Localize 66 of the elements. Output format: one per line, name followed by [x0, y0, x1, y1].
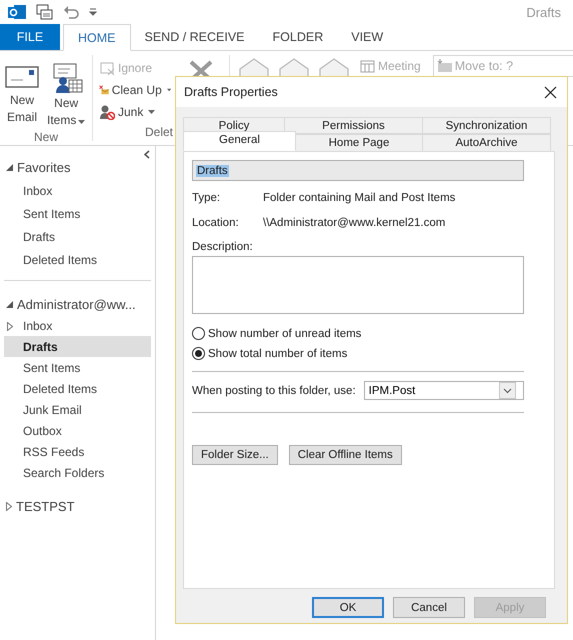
dialog-title: Drafts Properties [184, 85, 279, 99]
folder-item[interactable]: Junk Email [4, 399, 151, 420]
expand-arrow-icon[interactable] [6, 502, 12, 510]
radio-option[interactable]: Show total number of items [192, 346, 524, 361]
collapse-arrow-icon[interactable] [6, 164, 13, 170]
dialog-tab[interactable]: Synchronization [422, 117, 551, 134]
ribbon-tab[interactable]: HOME [63, 24, 130, 51]
caret-icon [148, 110, 156, 114]
outlook-logo-icon [8, 3, 26, 21]
ribbon-tab[interactable]: SEND / RECEIVE [130, 24, 259, 50]
collapse-pane-icon [144, 150, 151, 159]
folder-item[interactable]: Sent Items [4, 203, 151, 224]
folder-item[interactable]: Outbox [4, 420, 151, 441]
file-tab[interactable]: FILE [0, 24, 60, 50]
dialog-button[interactable]: OK [312, 597, 384, 618]
customize-icon [89, 8, 97, 16]
field-label: When posting to this folder, use: [192, 384, 356, 396]
window-title: Drafts [526, 4, 561, 20]
name-field[interactable]: Drafts [192, 160, 524, 181]
field-value: \\Administrator@www.kernel21.com [263, 217, 446, 231]
description-field[interactable] [192, 256, 524, 314]
account-header[interactable]: TESTPST [16, 498, 75, 514]
account-header[interactable]: Administrator@ww... [17, 296, 136, 312]
send-receive-icon [36, 4, 53, 20]
folder-item[interactable]: Sent Items [4, 357, 151, 378]
caret-icon [166, 88, 171, 92]
new-button[interactable]: New Items [44, 61, 88, 130]
close-button[interactable] [544, 86, 557, 98]
chevron-down-icon [503, 388, 512, 394]
field-label: Location: [192, 217, 240, 231]
ribbon-button[interactable]: Clean Up [97, 79, 173, 101]
section-header: Favorites [17, 160, 70, 174]
ignore-icon [99, 60, 115, 76]
caret-icon [78, 120, 86, 124]
new-button[interactable]: New Email [2, 61, 42, 130]
folder-item[interactable]: Deleted Items [4, 249, 151, 270]
ribbon-tab[interactable]: VIEW [337, 24, 398, 50]
folder-item[interactable]: Drafts [4, 336, 151, 357]
field-value: Folder containing Mail and Post Items [263, 192, 456, 206]
ribbon-button[interactable]: Junk [97, 101, 173, 123]
folder-item[interactable]: Drafts [4, 226, 151, 247]
dialog-button[interactable]: Cancel [393, 597, 465, 618]
folder-item[interactable]: Inbox [4, 315, 151, 336]
group-label: Delet [144, 125, 173, 141]
folder-item[interactable]: Deleted Items [4, 378, 151, 399]
radio-option[interactable]: Show number of unread items [192, 326, 524, 341]
dialog-tab[interactable]: AutoArchive [422, 134, 551, 152]
field-label: Description: [192, 241, 254, 253]
close-icon [544, 86, 557, 98]
folder-item[interactable]: Inbox [4, 180, 151, 201]
action-button[interactable]: Clear Offline Items [288, 445, 402, 465]
folder-item[interactable]: Search Folders [4, 462, 151, 483]
collapse-arrow-icon[interactable] [6, 300, 13, 308]
form-dropdown[interactable]: IPM.Post [364, 381, 524, 400]
undo-icon [63, 4, 79, 20]
folder-arrow-icon [436, 58, 452, 74]
field-label: Type: [192, 192, 222, 206]
dialog-tab[interactable]: Permissions [284, 117, 423, 134]
action-button[interactable]: Folder Size... [192, 445, 278, 465]
dialog-tab[interactable]: General [183, 131, 296, 151]
folder-item[interactable]: RSS Feeds [4, 441, 151, 462]
calendar-icon [360, 58, 375, 74]
expand-arrow-icon [7, 322, 13, 331]
junk-icon [99, 104, 115, 120]
ribbon-tab[interactable]: FOLDER [258, 24, 338, 50]
group-label: New [32, 130, 59, 144]
